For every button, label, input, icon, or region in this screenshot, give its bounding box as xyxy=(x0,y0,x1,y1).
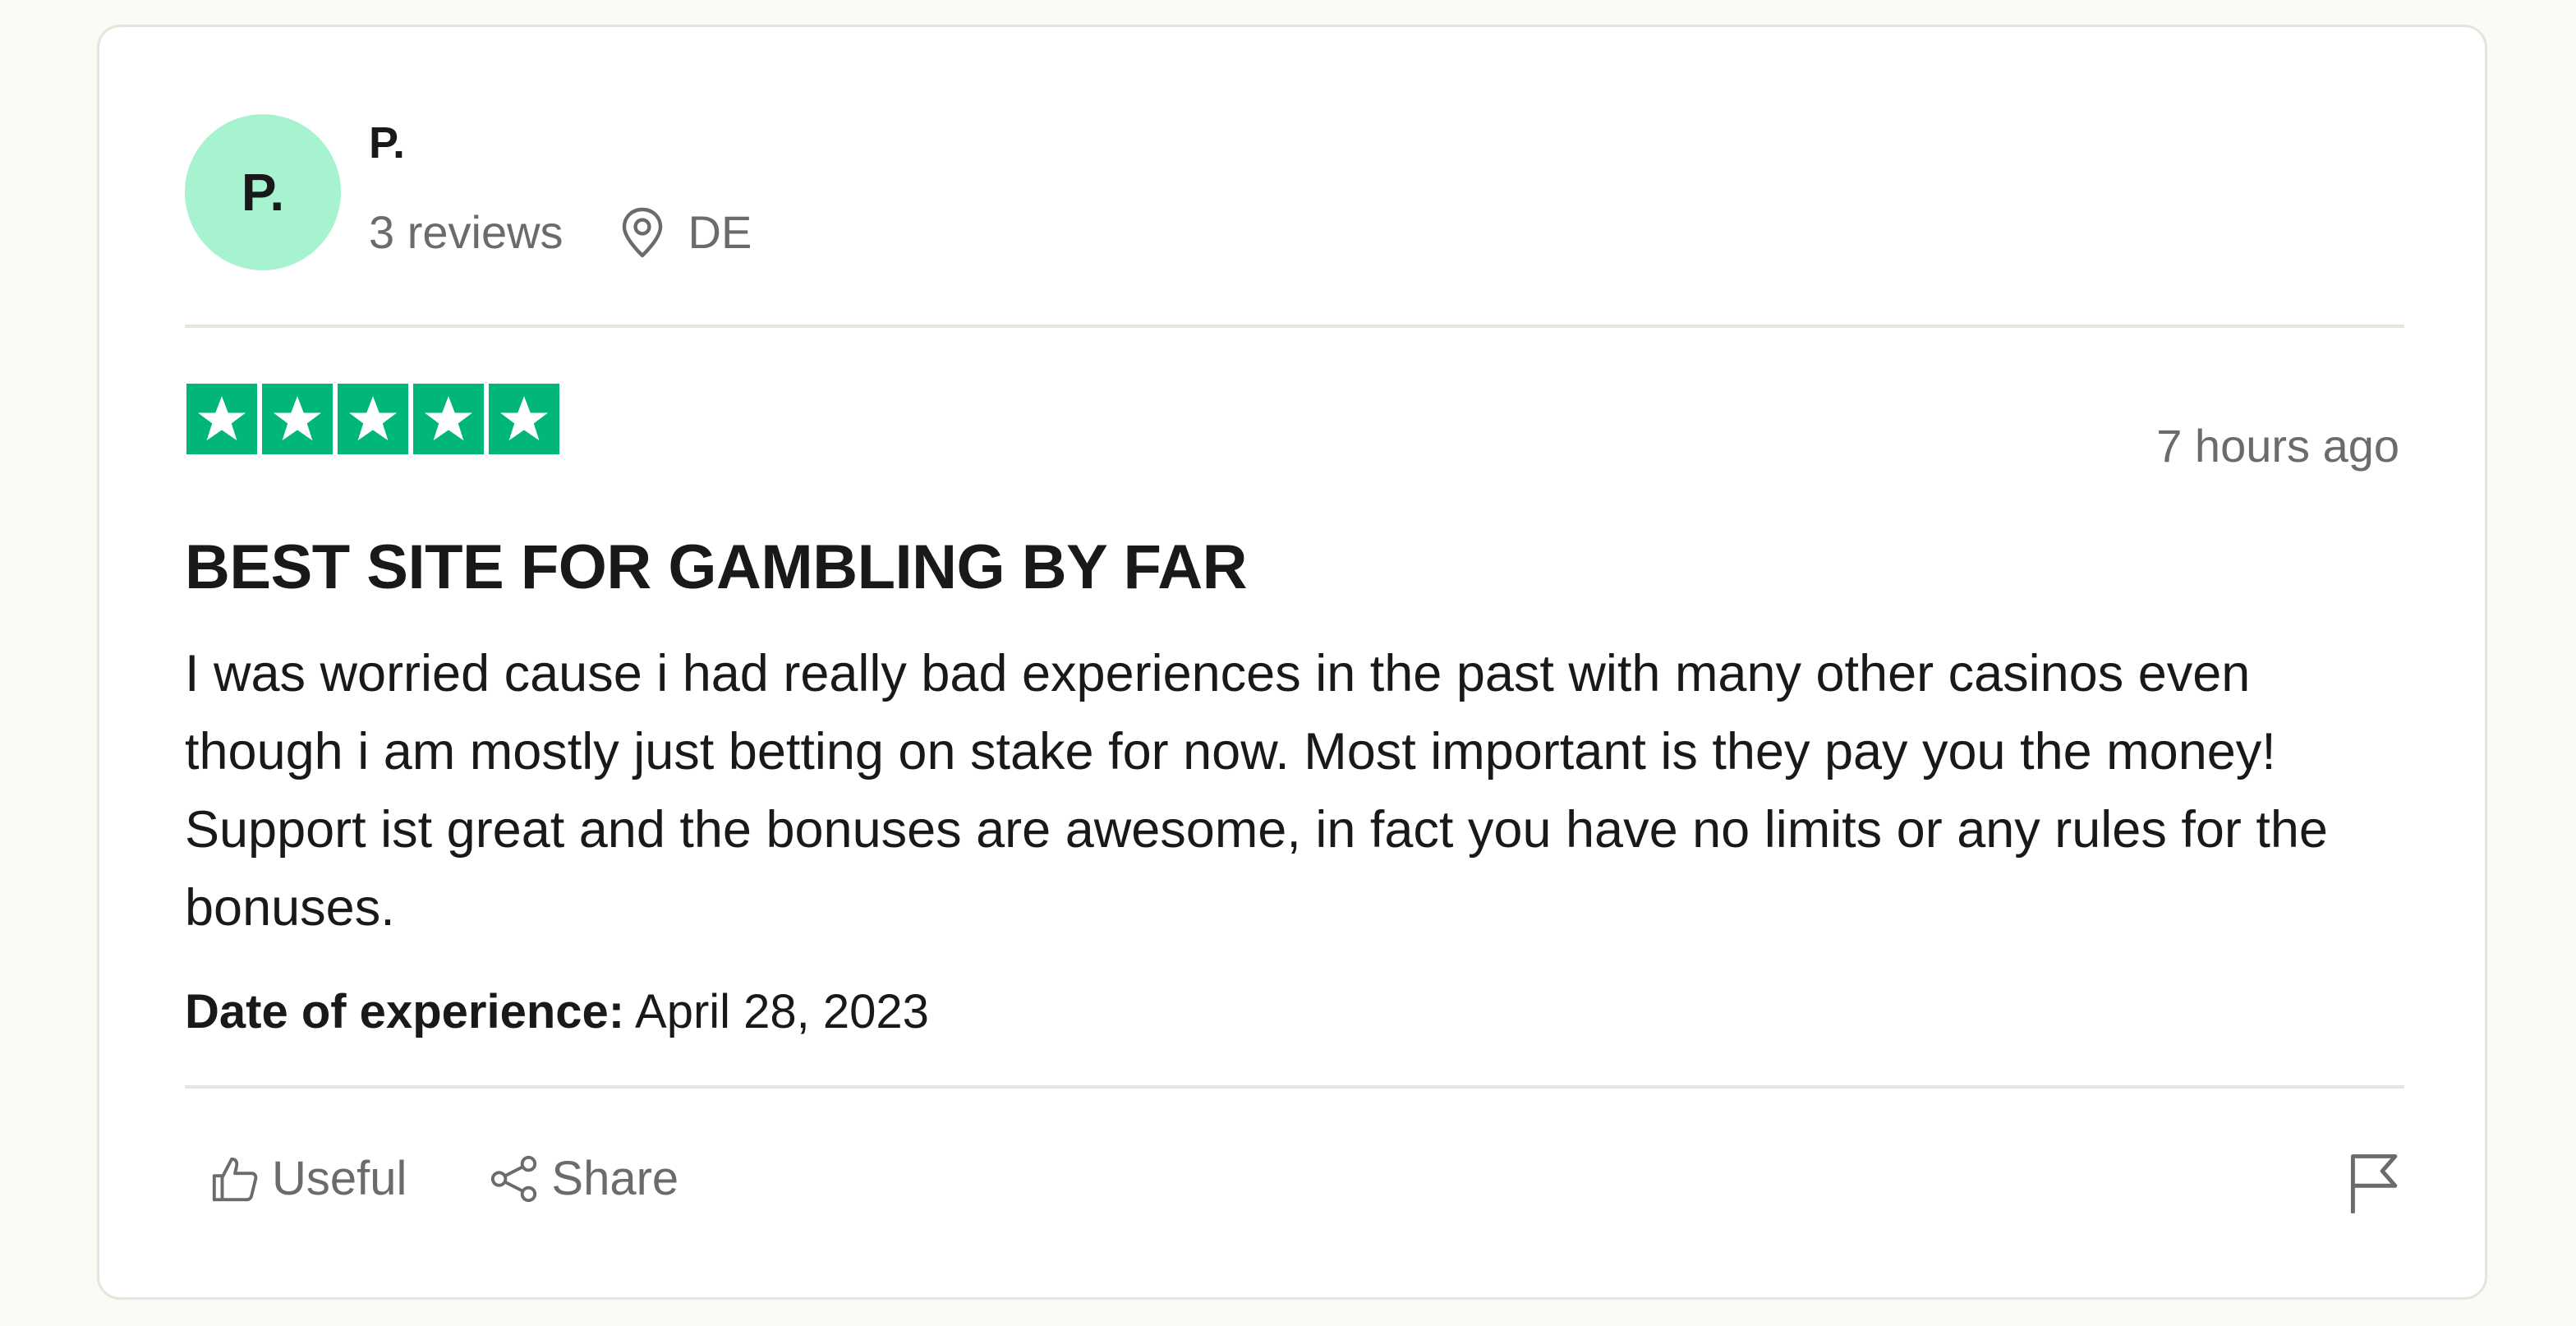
useful-button[interactable]: Useful xyxy=(209,1151,407,1206)
share-label: Share xyxy=(551,1152,679,1205)
reviewer-name[interactable]: P. xyxy=(369,121,405,165)
star-icon xyxy=(186,384,257,454)
avatar[interactable]: P. xyxy=(185,114,341,270)
star-icon xyxy=(262,384,333,454)
review-title[interactable]: BEST SITE FOR GAMBLING BY FAR xyxy=(185,536,1248,599)
date-of-experience: Date of experience: April 28, 2023 xyxy=(185,988,929,1036)
location-pin-icon xyxy=(622,207,662,258)
experience-label: Date of experience: xyxy=(185,985,625,1038)
review-time: 7 hours ago xyxy=(2156,420,2399,472)
share-button[interactable]: Share xyxy=(489,1151,678,1206)
star-icon xyxy=(413,384,484,454)
review-body: I was worried cause i had really bad exp… xyxy=(185,645,2328,937)
review-card: P. P. 3 reviews DE 7 hours ago BEST SITE… xyxy=(97,25,2487,1300)
reviews-count: 3 reviews xyxy=(369,206,564,258)
flag-icon[interactable] xyxy=(2347,1153,2399,1215)
review-actions: Useful Share xyxy=(209,1151,761,1206)
star-icon xyxy=(489,384,559,454)
star-icon xyxy=(338,384,408,454)
share-icon xyxy=(491,1155,537,1202)
reviewer-country: DE xyxy=(688,206,752,258)
thumbs-up-icon xyxy=(212,1157,258,1201)
star-rating xyxy=(186,384,559,454)
reviewer-meta: 3 reviews DE xyxy=(369,206,752,259)
experience-date: April 28, 2023 xyxy=(635,985,929,1038)
footer-divider xyxy=(185,1085,2404,1089)
useful-label: Useful xyxy=(272,1152,407,1205)
header-divider xyxy=(185,325,2404,328)
